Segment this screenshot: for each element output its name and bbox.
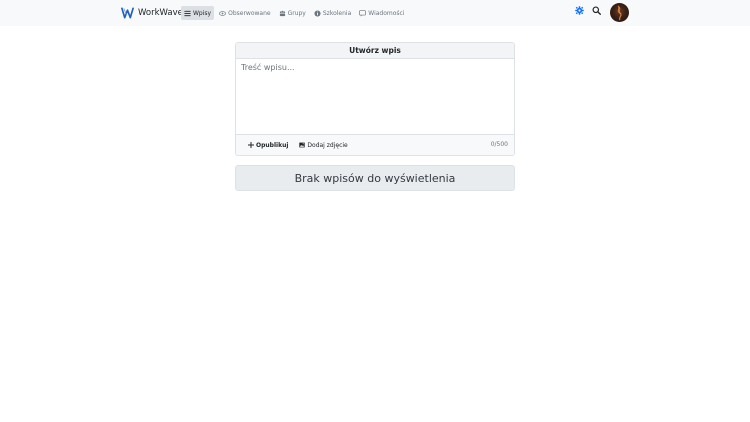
plus-icon bbox=[248, 142, 254, 148]
info-icon bbox=[314, 9, 321, 17]
nav-item-wpisy[interactable]: Wpisy bbox=[181, 6, 215, 20]
nav-item-label: Szkolenia bbox=[322, 9, 352, 17]
main-nav: Wpisy Obserwowane Grupy Szkolenia Wiadom… bbox=[181, 6, 410, 20]
card-footer: Opublikuj Dodaj zdjęcie 0/500 bbox=[236, 135, 514, 155]
gear-icon bbox=[574, 5, 584, 15]
message-icon bbox=[359, 9, 367, 16]
nav-item-wiadomosci[interactable]: Wiadomości bbox=[356, 6, 407, 20]
nav-item-szkolenia[interactable]: Szkolenia bbox=[311, 6, 354, 20]
search-button[interactable] bbox=[590, 4, 602, 16]
add-photo-label: Dodaj zdjęcie bbox=[307, 141, 348, 149]
search-icon bbox=[591, 5, 601, 15]
settings-button[interactable] bbox=[573, 4, 585, 16]
image-icon bbox=[299, 142, 306, 148]
top-navbar: WorkWave Wpisy Obserwowane Grupy Szkolen… bbox=[0, 0, 750, 26]
publish-button[interactable]: Opublikuj bbox=[244, 138, 292, 152]
brand-name: WorkWave bbox=[138, 8, 183, 18]
character-counter: 0/500 bbox=[490, 141, 508, 148]
nav-item-label: Wiadomości bbox=[368, 9, 405, 17]
workwave-logo-icon bbox=[121, 7, 134, 19]
card-title: Utwórz wpis bbox=[236, 43, 514, 59]
nav-item-label: Grupy bbox=[287, 9, 306, 17]
avatar-image bbox=[617, 5, 622, 21]
post-body-container bbox=[236, 59, 514, 135]
add-photo-button[interactable]: Dodaj zdjęcie bbox=[295, 138, 351, 152]
nav-item-label: Wpisy bbox=[193, 9, 212, 17]
eye-icon bbox=[219, 10, 227, 16]
list-icon bbox=[184, 10, 191, 16]
nav-item-grupy[interactable]: Grupy bbox=[276, 6, 309, 20]
brand[interactable]: WorkWave bbox=[121, 5, 183, 21]
post-content-input[interactable] bbox=[241, 63, 509, 130]
publish-label: Opublikuj bbox=[256, 141, 289, 149]
user-avatar[interactable] bbox=[610, 3, 629, 22]
create-post-card: Utwórz wpis Opublikuj Dodaj zdjęcie 0/50… bbox=[235, 42, 515, 156]
nav-item-label: Obserwowane bbox=[228, 9, 271, 17]
users-icon bbox=[279, 10, 285, 16]
empty-feed-message: Brak wpisów do wyświetlenia bbox=[235, 165, 515, 191]
nav-item-obserwowane[interactable]: Obserwowane bbox=[216, 6, 273, 20]
